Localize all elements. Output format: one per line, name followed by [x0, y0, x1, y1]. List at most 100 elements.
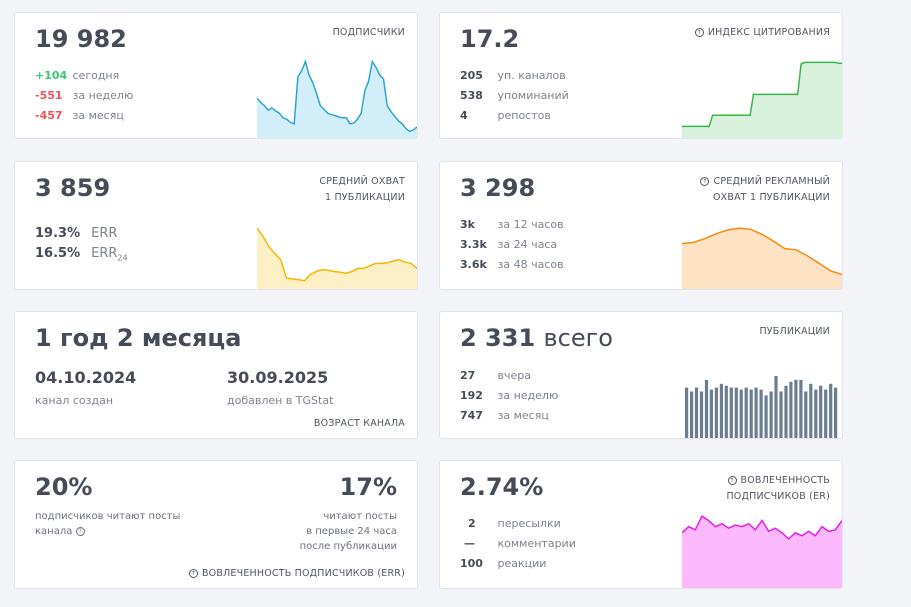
- stat-value: 3.6k: [460, 258, 487, 271]
- posts-bar[interactable]: [739, 389, 743, 438]
- posts-bar[interactable]: [834, 387, 838, 438]
- posts-bar[interactable]: [749, 389, 753, 438]
- sparkline-area: [257, 61, 417, 138]
- posts-bar[interactable]: [734, 387, 738, 438]
- reach-value: 3 859: [35, 174, 111, 202]
- stat-label: вчера: [497, 369, 531, 382]
- posts-bar[interactable]: [724, 385, 728, 438]
- stat-value: -457: [35, 109, 63, 122]
- ad-reach-value: 3 298: [460, 174, 536, 202]
- posts-bar[interactable]: [829, 383, 833, 438]
- stat-value: +104: [35, 69, 68, 82]
- added-date: 30.09.2025: [227, 368, 329, 387]
- title-line: СРЕДНИЙ ОХВАТ: [319, 176, 405, 187]
- err-card[interactable]: 20% 17% подписчиков читают посты канала ?…: [14, 460, 418, 589]
- stat-label: за неделю: [497, 389, 559, 402]
- er-value: 2.74%: [460, 473, 544, 501]
- posts-bar[interactable]: [769, 391, 773, 439]
- stat-label: за 48 часов: [497, 258, 564, 271]
- posts-bar[interactable]: [809, 383, 813, 438]
- stat-label: за неделю: [72, 89, 134, 102]
- posts-bar[interactable]: [759, 389, 763, 438]
- stat-value: 16.5%: [35, 246, 81, 261]
- created-date: 04.10.2024: [35, 368, 137, 387]
- posts-bar[interactable]: [694, 387, 699, 438]
- posts-bar[interactable]: [714, 387, 718, 438]
- stat-label: за месяц: [72, 109, 124, 122]
- er-sparkline: [682, 514, 842, 588]
- subscribers-sparkline: [257, 59, 417, 138]
- posts-bar[interactable]: [719, 383, 723, 438]
- stat-value: -551: [35, 89, 63, 102]
- stat-value: 4: [460, 109, 468, 122]
- err-label: подписчиков читают посты канала ?: [35, 509, 180, 539]
- stat-value: 747: [460, 409, 483, 422]
- posts-bar[interactable]: [784, 385, 788, 438]
- stat-value: 205: [460, 69, 483, 82]
- posts-bar[interactable]: [774, 376, 778, 438]
- stat-label: реакции: [497, 557, 547, 570]
- err24-label: читают посты в первые 24 часа после публик…: [300, 509, 397, 554]
- reach-title: СРЕДНИЙ ОХВАТ 1 ПУБЛИКАЦИИ: [319, 174, 405, 206]
- citation-sparkline: [682, 61, 842, 138]
- title-line: СРЕДНИЙ РЕКЛАМНЫЙ: [713, 176, 830, 187]
- stat-label: за 12 часов: [497, 218, 564, 231]
- posts-bar[interactable]: [729, 387, 733, 438]
- posts-bar[interactable]: [819, 385, 823, 438]
- question-icon[interactable]: ?: [75, 526, 85, 536]
- reach-card[interactable]: 3 859 СРЕДНИЙ ОХВАТ 1 ПУБЛИКАЦИИ 19.3% ER…: [14, 161, 418, 290]
- label-line: читают посты: [323, 511, 397, 522]
- stat-value: 2: [468, 517, 476, 530]
- title-line: 1 ПУБЛИКАЦИИ: [325, 192, 405, 203]
- subscribers-card[interactable]: 19 982 ПОДПИСЧИКИ +104 сегодня -551 за н…: [14, 12, 418, 139]
- posts-bar[interactable]: [804, 391, 808, 439]
- title-text: ВОВЛЕЧЕННОСТЬ ПОДПИСЧИКОВ (ERR): [201, 568, 405, 579]
- posts-bar[interactable]: [814, 389, 818, 438]
- info-icon[interactable]: ↑: [694, 28, 704, 37]
- stat-label: уп. каналов: [497, 69, 566, 82]
- label-line: после публикации: [299, 541, 397, 552]
- age-title: ВОЗРАСТ КАНАЛА: [313, 418, 405, 429]
- posts-bar[interactable]: [754, 387, 758, 438]
- posts-bar[interactable]: [744, 387, 748, 438]
- info-icon[interactable]: ↑: [700, 177, 710, 186]
- er-card[interactable]: 2.74% ↑ ВОВЛЕЧЕННОСТЬ ПОДПИСЧИКОВ (ER) 2 п…: [439, 460, 843, 589]
- posts-bar[interactable]: [824, 389, 828, 438]
- posts-bar[interactable]: [799, 379, 803, 438]
- info-icon[interactable]: ↑: [727, 476, 737, 485]
- label-line: канала: [35, 526, 73, 537]
- ad-reach-card[interactable]: 3 298 ↑ СРЕДНИЙ РЕКЛАМНЫЙ ОХВАТ 1 ПУБЛИКАЦ…: [439, 161, 843, 290]
- stat-value: 19.3%: [35, 226, 81, 241]
- stat-value: 538: [460, 89, 483, 102]
- posts-bar[interactable]: [789, 381, 793, 438]
- info-icon[interactable]: ↑: [188, 569, 198, 578]
- posts-bar[interactable]: [779, 391, 783, 439]
- citation-card[interactable]: 17.2 ↑ ИНДЕКС ЦИТИРОВАНИЯ 205 уп. каналов…: [439, 12, 843, 139]
- posts-card[interactable]: 2 331 всего ПУБЛИКАЦИИ 27 вчера 192 за н…: [439, 311, 843, 439]
- posts-bar[interactable]: [764, 395, 768, 438]
- title-line: ВОВЛЕЧЕННОСТЬ: [740, 475, 830, 486]
- err24-value: 17%: [339, 473, 397, 501]
- posts-bar[interactable]: [690, 391, 694, 439]
- posts-value: 2 331 всего: [460, 324, 613, 352]
- stat-value: 27: [460, 369, 476, 382]
- ad-reach-sparkline: [682, 227, 842, 289]
- title-line: ОХВАТ 1 ПУБЛИКАЦИИ: [712, 192, 830, 203]
- posts-bar[interactable]: [709, 389, 713, 438]
- ad-reach-stats: 3k за 12 часов 3.3k за 24 часа 3.6k за 4…: [460, 215, 564, 275]
- posts-bar[interactable]: [699, 391, 704, 439]
- stat-label: ERR: [91, 226, 118, 241]
- posts-bar[interactable]: [685, 387, 689, 438]
- stat-value: 3k: [460, 218, 475, 231]
- age-card[interactable]: 1 год 2 месяца 04.10.2024 канал создан 3…: [14, 311, 418, 439]
- citation-stats: 205 уп. каналов 538 упоминаний 4 репосто…: [460, 66, 569, 126]
- stat-label: упоминаний: [497, 89, 569, 102]
- posts-bar[interactable]: [794, 379, 798, 438]
- stat-value: 3.3k: [460, 238, 487, 251]
- sparkline-area: [682, 516, 842, 588]
- err-title: ↑ ВОВЛЕЧЕННОСТЬ ПОДПИСЧИКОВ (ERR): [188, 566, 405, 582]
- subscribers-title: ПОДПИСЧИКИ: [332, 27, 405, 38]
- stat-label: за 24 часа: [497, 238, 558, 251]
- posts-bar[interactable]: [704, 379, 709, 438]
- er-stats: 2 пересылки — комментарии 100 реакции: [460, 514, 576, 574]
